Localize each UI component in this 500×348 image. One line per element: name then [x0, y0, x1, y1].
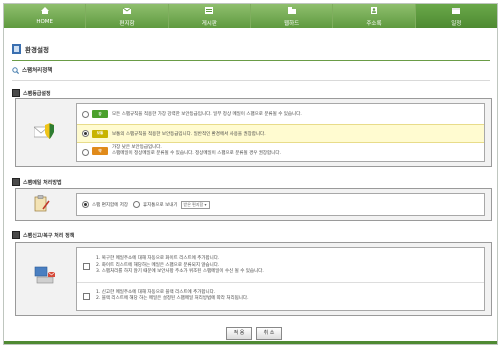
whitelist-text: 1. 복구한 메일주소에 대해 자동으로 화이트 리스트에 추가합니다. 2. …	[96, 256, 264, 275]
section-bullet-icon	[12, 231, 20, 239]
board-icon	[205, 7, 214, 14]
shield-mail-icon	[34, 123, 54, 139]
method-trash-radio[interactable]	[132, 201, 140, 208]
level-normal-radio[interactable]	[82, 130, 89, 137]
section-level-title: 스팸등급설정	[23, 90, 51, 97]
method-panel: 스팸 편지함에 저장 휴지통으로 보내기 받은 편지함 ▾	[15, 188, 492, 221]
folder-select[interactable]: 받은 편지함 ▾	[180, 200, 210, 209]
cancel-button[interactable]: 취 소	[256, 327, 282, 340]
section-method-title: 스팸메일 처리방법	[23, 179, 62, 186]
webhard-icon	[287, 7, 296, 14]
top-nav: HOME 편지함 게시판 웹하드 주소록 일정	[4, 4, 497, 28]
level-strong-radio[interactable]	[82, 110, 89, 118]
mail-server-icon	[34, 266, 56, 284]
section-bullet-icon	[12, 178, 20, 186]
method-trash-label: 휴지통으로 보내기	[142, 202, 178, 208]
nav-home[interactable]: HOME	[4, 4, 87, 28]
blacklist-option: 1. 신고한 메일주소에 대해 자동으로 블랙 리스트에 추가합니다. 2. 블…	[77, 285, 484, 307]
page-title-row: 환경설정	[12, 43, 49, 55]
nav-label: 편지함	[119, 21, 135, 27]
lists-options: 1. 복구한 메일주소에 대해 자동으로 화이트 리스트에 추가합니다. 2. …	[76, 247, 485, 311]
section-lists-heading: 스팸신고/복구 처리 정책	[12, 231, 74, 239]
blacklist-checkbox[interactable]	[83, 292, 90, 300]
title-divider	[12, 60, 490, 61]
level-option-weak[interactable]: 약 가장 낮은 보안등급입니다. 스팸메일이 정상메일로 분류될 수 있습니다.…	[77, 143, 484, 161]
lists-panel: 1. 복구한 메일주소에 대해 자동으로 화이트 리스트에 추가합니다. 2. …	[15, 242, 492, 316]
nav-board[interactable]: 게시판	[169, 4, 251, 28]
options-divider	[77, 282, 484, 283]
level-weak-text: 가장 낮은 보안등급입니다. 스팸메일이 정상메일로 분류될 수 있습니다. 정…	[112, 145, 281, 156]
app-frame: HOME 편지함 게시판 웹하드 주소록 일정 환경설정 스팸처리정책 스팸등급…	[3, 3, 498, 345]
nav-label: 게시판	[201, 21, 217, 27]
clipboard-icon	[34, 195, 50, 212]
nav-label: 웹하드	[284, 21, 300, 27]
section-level-heading: 스팸등급설정	[12, 89, 51, 97]
chevron-down-icon: ▾	[204, 201, 207, 207]
section-lists-title: 스팸신고/복구 처리 정책	[23, 232, 75, 239]
level-strong-text: 모든 스팸규칙을 적용한 가장 강력한 보안등급입니다. 일부 정상 메일이 스…	[112, 112, 302, 117]
addressbook-icon	[370, 7, 377, 14]
subheading-text: 스팸처리정책	[22, 68, 53, 74]
nav-mailbox[interactable]: 편지함	[86, 4, 169, 28]
whitelist-option: 1. 복구한 메일주소에 대해 자동으로 화이트 리스트에 추가합니다. 2. …	[77, 252, 484, 280]
nav-webhard[interactable]: 웹하드	[251, 4, 334, 28]
mailbox-icon	[122, 7, 131, 14]
nav-addressbook[interactable]: 주소록	[333, 4, 416, 28]
calendar-icon	[452, 8, 461, 14]
method-options: 스팸 편지함에 저장 휴지통으로 보내기 받은 편지함 ▾	[76, 193, 485, 216]
home-icon	[40, 7, 49, 14]
nav-label: HOME	[36, 19, 53, 25]
nav-calendar[interactable]: 일정	[415, 4, 497, 28]
method-row: 스팸 편지함에 저장 휴지통으로 보내기 받은 편지함 ▾	[77, 198, 484, 211]
section-method-heading: 스팸메일 처리방법	[12, 178, 62, 186]
settings-page-icon	[12, 44, 21, 54]
footer-bar	[4, 341, 497, 344]
level-normal-badge: 보통	[92, 129, 108, 138]
policy-subheading: 스팸처리정책	[12, 66, 52, 74]
nav-label: 주소록	[366, 21, 382, 27]
subheading-divider	[12, 80, 490, 81]
level-weak-badge: 약	[92, 147, 108, 155]
apply-button[interactable]: 적 용	[226, 327, 252, 340]
level-panel: 강 모든 스팸규칙을 적용한 가장 강력한 보안등급입니다. 일부 정상 메일이…	[15, 98, 492, 167]
page-title: 환경설정	[25, 46, 49, 54]
magnifier-icon	[12, 66, 19, 74]
level-options: 강 모든 스팸규칙을 적용한 가장 강력한 보안등급입니다. 일부 정상 메일이…	[76, 103, 485, 162]
whitelist-checkbox[interactable]	[83, 262, 90, 270]
method-save-label: 스팸 편지함에 저장	[92, 202, 128, 208]
section-bullet-icon	[12, 89, 20, 97]
level-option-strong[interactable]: 강 모든 스팸규칙을 적용한 가장 강력한 보안등급입니다. 일부 정상 메일이…	[77, 106, 484, 122]
level-strong-badge: 강	[92, 110, 108, 118]
level-option-normal[interactable]: 보통 보통의 스팸규칙을 적용한 보안등급입니다. 일반적인 환경에서 사용을 …	[77, 124, 484, 143]
nav-label: 일정	[451, 21, 462, 27]
blacklist-text: 1. 신고한 메일주소에 대해 자동으로 블랙 리스트에 추가합니다. 2. 블…	[96, 289, 249, 302]
level-normal-text: 보통의 스팸규칙을 적용한 보안등급입니다. 일반적인 환경에서 사용을 권장합…	[112, 131, 266, 137]
level-weak-radio[interactable]	[82, 149, 89, 156]
method-save-radio[interactable]	[82, 201, 89, 208]
